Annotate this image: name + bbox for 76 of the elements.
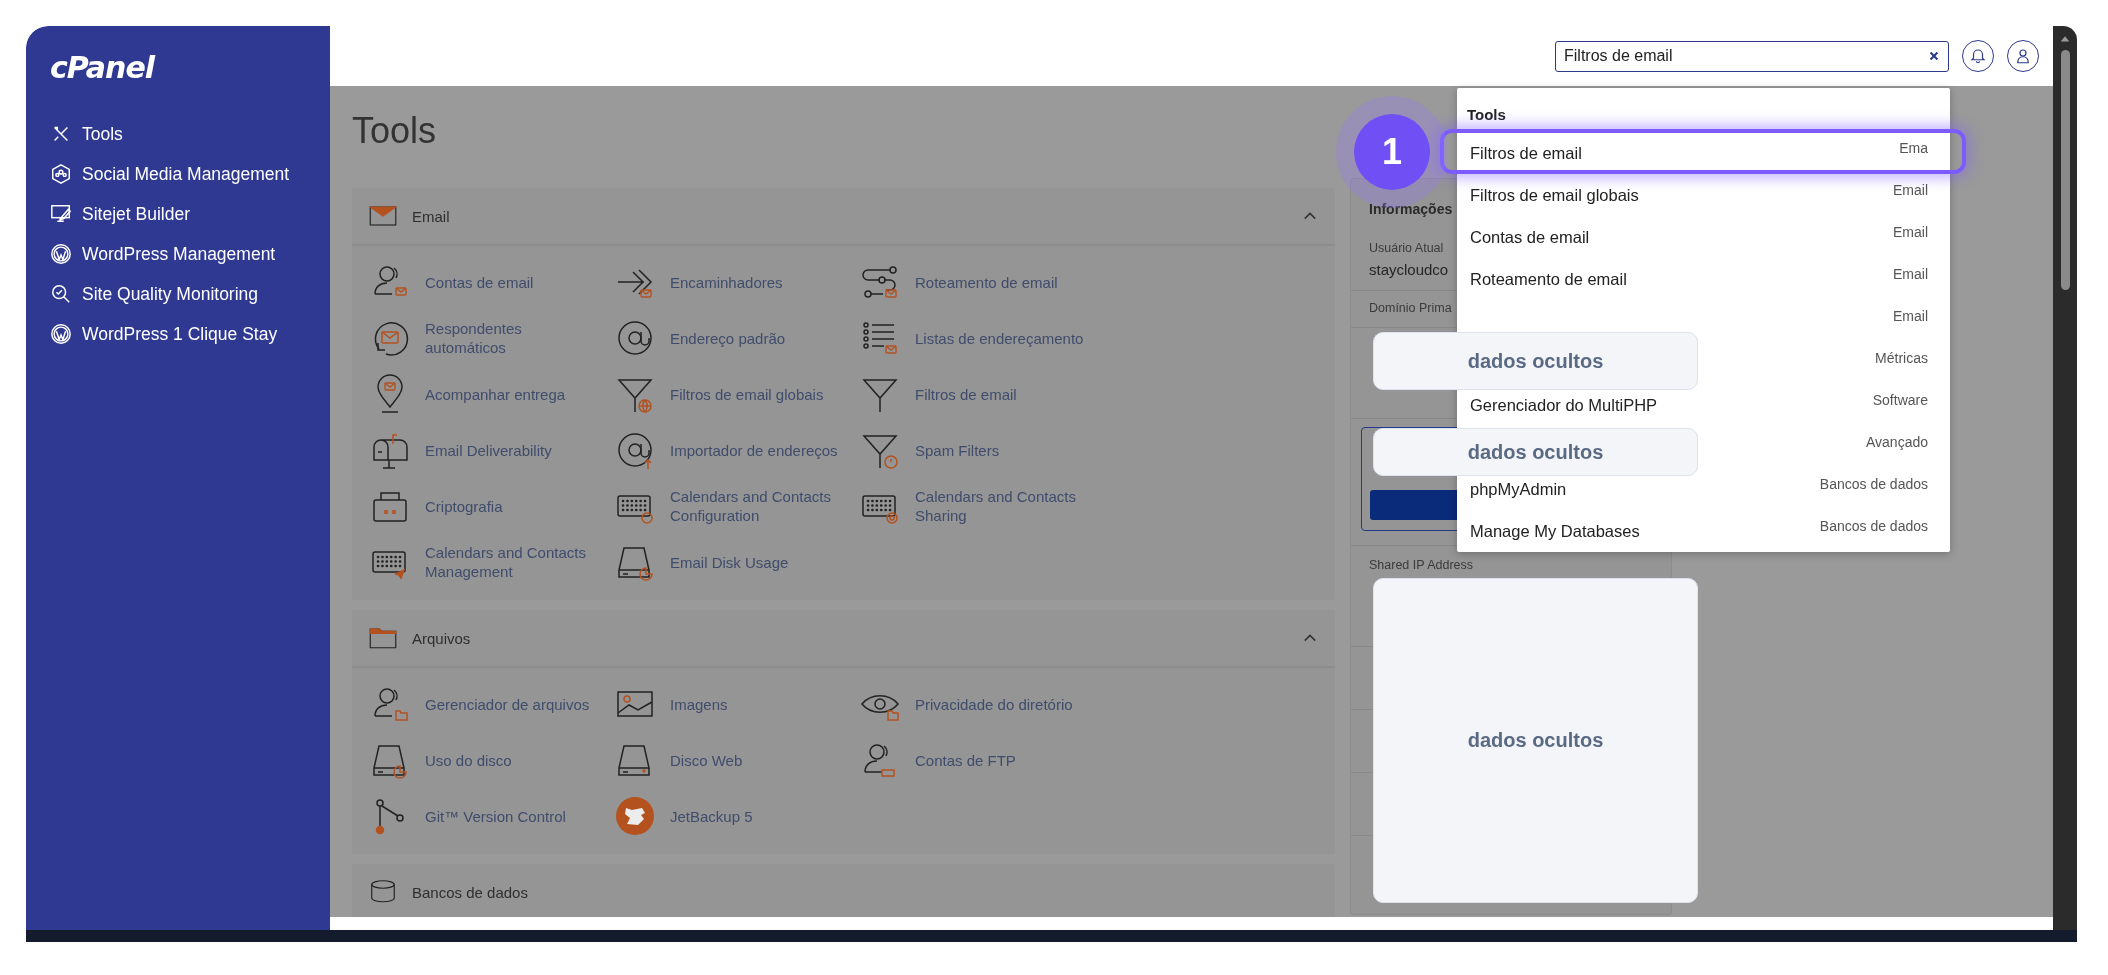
- results-heading: Tools: [1466, 105, 1507, 125]
- tool-link[interactable]: Criptografia: [370, 478, 615, 534]
- result-name-link[interactable]: Gerenciador do MultiPHP: [1470, 395, 1863, 415]
- tool-link[interactable]: Importador de endereços: [615, 422, 860, 478]
- redaction-panel: dados ocultos: [1373, 578, 1698, 903]
- tool-link[interactable]: Uso do disco: [370, 732, 615, 788]
- monitor-pen-icon: [50, 203, 72, 225]
- result-name-link[interactable]: Filtros de email globais: [1470, 185, 1883, 205]
- tool-link[interactable]: JetBackup 5: [615, 788, 860, 844]
- result-name-link[interactable]: Manage My Databases: [1470, 521, 1810, 541]
- sidebar-item[interactable]: Tools: [26, 114, 330, 154]
- hexagon-people-icon: [50, 163, 72, 185]
- result-category: Software: [1872, 392, 1928, 408]
- result-category: Ema: [1899, 140, 1928, 156]
- at-sign-icon: [615, 430, 655, 470]
- tool-link[interactable]: Roteamento de email: [860, 254, 1105, 310]
- tool-link[interactable]: Disco Web: [615, 732, 860, 788]
- field-label: Usuário Atual: [1369, 241, 1445, 255]
- jetbackup-logo-icon: [615, 796, 655, 836]
- tool-link[interactable]: Acompanhar entrega: [370, 366, 615, 422]
- tool-link[interactable]: Encaminhadores: [615, 254, 860, 310]
- result-category: Email: [1893, 224, 1928, 240]
- tool-link[interactable]: Email Deliverability: [370, 422, 615, 478]
- tool-link[interactable]: Listas de endereçamento: [860, 310, 1105, 366]
- search-field[interactable]: Filtros de email: [1555, 40, 1949, 72]
- tool-link[interactable]: Calendars and Contacts Management: [370, 534, 615, 590]
- bell-icon: [1969, 47, 1987, 65]
- tool-link[interactable]: Email Disk Usage: [615, 534, 860, 590]
- sidebar-item[interactable]: Sitejet Builder: [26, 194, 330, 234]
- sidebar-item[interactable]: WordPress Management: [26, 234, 330, 274]
- result-category: Email: [1893, 266, 1928, 282]
- tool-link[interactable]: Filtros de email: [860, 366, 1105, 422]
- result-category: Email: [1893, 308, 1928, 324]
- result-name-link[interactable]: phpMyAdmin: [1470, 479, 1810, 499]
- magnifier-check-icon: [50, 283, 72, 305]
- section-title: Arquivos: [412, 629, 472, 647]
- tool-link[interactable]: Contas de email: [370, 254, 615, 310]
- scrollbar-thumb[interactable]: [2060, 50, 2070, 290]
- clear-search-button[interactable]: [1928, 49, 1940, 62]
- cpanel-logo[interactable]: cPanel: [50, 48, 155, 88]
- result-category: Métricas: [1875, 350, 1928, 366]
- field-label: Shared IP Address: [1369, 558, 1473, 572]
- tool-link[interactable]: Filtros de email globais: [615, 366, 860, 422]
- tool-link[interactable]: Git™ Version Control: [370, 788, 615, 844]
- result-name-link[interactable]: Roteamento de email: [1470, 269, 1883, 289]
- sidebar-item[interactable]: Social Media Management: [26, 154, 330, 194]
- result-name-link[interactable]: Filtros de email: [1470, 143, 1890, 163]
- tool-link[interactable]: Imagens: [615, 676, 860, 732]
- field-label: Domínio Prima: [1369, 301, 1453, 315]
- redaction-panel: dados ocultos: [1373, 332, 1698, 390]
- redaction-panel: dados ocultos: [1373, 428, 1698, 476]
- close-icon: [1928, 49, 1940, 62]
- at-sign-icon: [615, 318, 655, 358]
- tool-link[interactable]: Privacidade do diretório: [860, 676, 1105, 732]
- tool-link[interactable]: Contas de FTP: [860, 732, 1105, 788]
- tool-link[interactable]: Gerenciador de arquivos: [370, 676, 615, 732]
- tool-link[interactable]: Endereço padrão: [615, 310, 860, 366]
- wordpress-icon: [50, 323, 72, 345]
- result-category: Bancos de dados: [1819, 518, 1928, 534]
- tool-link[interactable]: Calendars and Contacts Sharing: [860, 478, 1105, 534]
- result-name-link[interactable]: Contas de email: [1470, 227, 1883, 247]
- section-title: Bancos de dados: [412, 883, 529, 901]
- result-category: Avançado: [1866, 434, 1928, 450]
- sidebar-item[interactable]: WordPress 1 Clique Stay: [26, 314, 330, 354]
- result-category: Email: [1893, 182, 1928, 198]
- section-title: Email: [412, 207, 451, 225]
- tool-link[interactable]: Respondentes automáticos: [370, 310, 615, 366]
- panel-title: Informações: [1368, 200, 1454, 219]
- tool-link[interactable]: Spam Filters: [860, 422, 1105, 478]
- result-category: Bancos de dados: [1819, 476, 1928, 492]
- user-icon: [2014, 47, 2032, 65]
- sidebar-item[interactable]: Site Quality Monitoring: [26, 274, 330, 314]
- wordpress-icon: [50, 243, 72, 265]
- tool-link[interactable]: Calendars and Contacts Configuration: [615, 478, 860, 534]
- field-value: staycloudco: [1369, 261, 1450, 278]
- page-title: Tools: [352, 109, 438, 153]
